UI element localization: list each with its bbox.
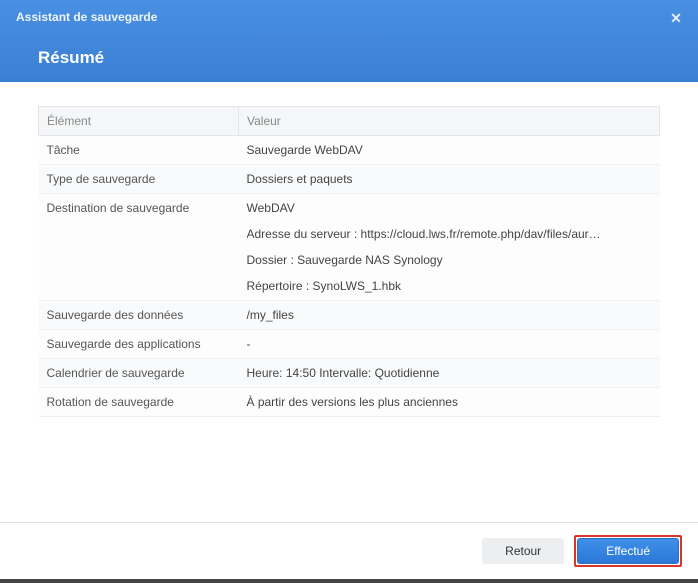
cell-label: Destination de sauvegarde (39, 194, 239, 301)
dialog-content: Élément Valeur Tâche Sauvegarde WebDAV T… (0, 82, 698, 522)
table-row: Rotation de sauvegarde À partir des vers… (39, 388, 660, 417)
table-row: Type de sauvegarde Dossiers et paquets (39, 165, 660, 194)
cell-label: Rotation de sauvegarde (39, 388, 239, 417)
cell-value: /my_files (239, 301, 660, 330)
dest-line-folder: Dossier : Sauvegarde NAS Synology (247, 247, 652, 273)
backup-wizard-dialog: Assistant de sauvegarde Résumé ✕ Élément… (0, 0, 698, 579)
dialog-header: Assistant de sauvegarde Résumé ✕ (0, 0, 698, 82)
table-row: Sauvegarde des données /my_files (39, 301, 660, 330)
cell-value: Sauvegarde WebDAV (239, 136, 660, 165)
table-row: Sauvegarde des applications - (39, 330, 660, 359)
table-row: Destination de sauvegarde WebDAV Adresse… (39, 194, 660, 301)
cell-label: Sauvegarde des données (39, 301, 239, 330)
back-button[interactable]: Retour (482, 538, 564, 564)
table-row: Tâche Sauvegarde WebDAV (39, 136, 660, 165)
done-button[interactable]: Effectué (577, 538, 679, 564)
close-icon[interactable]: ✕ (666, 8, 686, 28)
cell-label: Calendrier de sauvegarde (39, 359, 239, 388)
dest-line-type: WebDAV (247, 201, 652, 221)
table-row: Calendrier de sauvegarde Heure: 14:50 In… (39, 359, 660, 388)
cell-value: Dossiers et paquets (239, 165, 660, 194)
cell-value: WebDAV Adresse du serveur : https://clou… (239, 194, 660, 301)
page-title: Résumé (38, 48, 682, 68)
cell-value: - (239, 330, 660, 359)
done-button-highlight: Effectué (574, 535, 682, 567)
app-title: Assistant de sauvegarde (16, 10, 682, 24)
col-header-element: Élément (39, 107, 239, 136)
cell-value: Heure: 14:50 Intervalle: Quotidienne (239, 359, 660, 388)
col-header-value: Valeur (239, 107, 660, 136)
dest-line-server: Adresse du serveur : https://cloud.lws.f… (247, 221, 635, 247)
summary-table: Élément Valeur Tâche Sauvegarde WebDAV T… (38, 106, 660, 417)
cell-label: Type de sauvegarde (39, 165, 239, 194)
cell-label: Sauvegarde des applications (39, 330, 239, 359)
dest-line-dir: Répertoire : SynoLWS_1.hbk (247, 273, 652, 293)
dialog-footer: Retour Effectué (0, 522, 698, 579)
cell-value: À partir des versions les plus anciennes (239, 388, 660, 417)
cell-label: Tâche (39, 136, 239, 165)
